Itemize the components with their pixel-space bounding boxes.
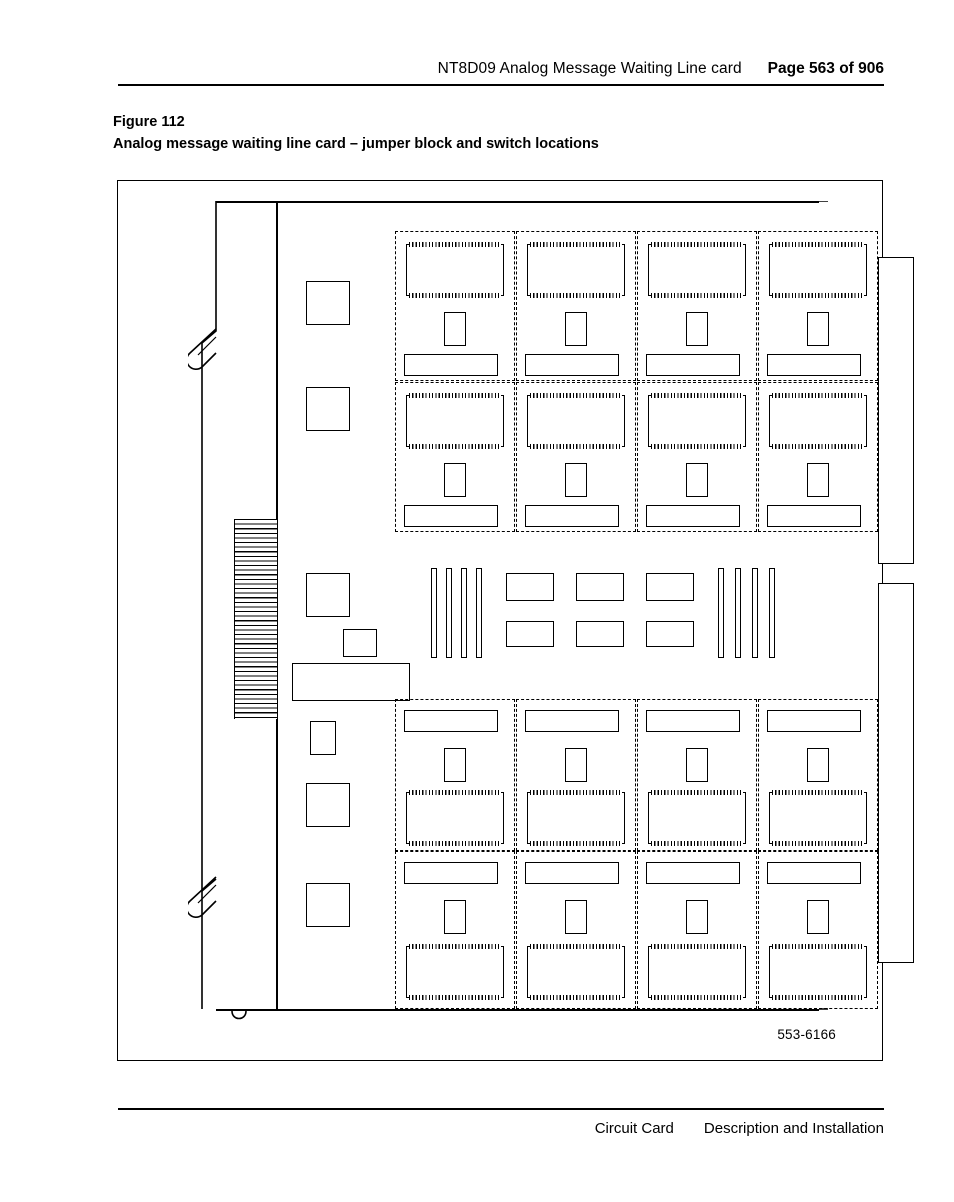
left-component-wide [292,663,410,701]
switch-block[interactable] [525,354,619,376]
jumper[interactable] [565,312,587,346]
jumper-block-cell[interactable] [637,382,757,532]
jumper[interactable] [686,748,708,782]
footer-left-text: Circuit Card [594,1120,674,1137]
footer-right-text: Description and Installation [703,1120,884,1137]
document-page: NT8D09 Analog Message Waiting Line card … [0,0,954,1202]
dip-chip [406,242,504,298]
jumper-block-cell[interactable] [637,231,757,381]
switch-block[interactable] [646,354,740,376]
figure-title: Analog message waiting line card – jumpe… [113,135,599,152]
backplane-connector-lower [878,583,914,963]
page-header: NT8D09 Analog Message Waiting Line card … [118,60,884,86]
jumper[interactable] [565,463,587,497]
dip-chip [769,790,867,846]
center-component-r2c2 [576,621,624,647]
jumper-block-cell[interactable] [758,231,878,381]
switch-block[interactable] [404,505,498,527]
dip-chip [527,393,625,449]
figure-number: Figure 112 [113,114,185,130]
dip-chip [527,242,625,298]
center-component-r1c3 [646,573,694,601]
dip-chip [527,944,625,1000]
switch-block[interactable] [767,505,861,527]
jumper-block-cell[interactable] [395,699,515,851]
left-component-7 [306,883,350,927]
switch-block[interactable] [404,710,498,732]
dip-chip [527,790,625,846]
left-component-4 [343,629,377,657]
jumper[interactable] [565,748,587,782]
dip-chip [648,242,746,298]
jumper-block-cell[interactable] [395,231,515,381]
backplane-connector-upper [878,257,914,564]
circuit-card-diagram: 553-6166 [118,181,914,1060]
jumper[interactable] [444,748,466,782]
dip-chip [648,790,746,846]
jumper[interactable] [444,463,466,497]
center-component-r2c1 [506,621,554,647]
left-component-5 [310,721,336,755]
left-component-1 [306,281,350,325]
jumper[interactable] [444,312,466,346]
page-footer: Circuit Card Description and Installatio… [118,1108,884,1137]
dip-chip [406,790,504,846]
jumper-block-cell[interactable] [395,382,515,532]
switch-block[interactable] [767,710,861,732]
header-page-number: Page 563 of 906 [767,60,884,77]
jumper-block-cell[interactable] [516,699,636,851]
switch-block[interactable] [767,862,861,884]
jumper[interactable] [807,463,829,497]
switch-block[interactable] [646,710,740,732]
center-component-r2c3 [646,621,694,647]
switch-block[interactable] [767,354,861,376]
left-component-6 [306,783,350,827]
header-title: NT8D09 Analog Message Waiting Line card [437,60,742,77]
board-bottom-edge [216,1009,819,1011]
dip-chip [406,944,504,1000]
figure-caption: Figure 112 Analog message waiting line c… [113,112,893,156]
switch-block[interactable] [404,354,498,376]
dip-chip [648,393,746,449]
jumper-block-cell[interactable] [758,851,878,1009]
card-edge-contacts [234,519,278,719]
jumper-block-cell[interactable] [758,382,878,532]
switch-block[interactable] [525,710,619,732]
switch-block[interactable] [525,862,619,884]
switch-block[interactable] [525,505,619,527]
jumper-block-cell[interactable] [395,851,515,1009]
center-component-r1c2 [576,573,624,601]
jumper[interactable] [807,312,829,346]
left-component-2 [306,387,350,431]
jumper[interactable] [686,463,708,497]
dip-chip [406,393,504,449]
jumper[interactable] [444,900,466,934]
header-rule [118,84,884,86]
jumper-block-cell[interactable] [637,851,757,1009]
dip-chip [648,944,746,1000]
board-top-edge [216,201,819,203]
jumper[interactable] [807,900,829,934]
switch-block[interactable] [404,862,498,884]
jumper-block-cell[interactable] [637,699,757,851]
jumper-block-cell[interactable] [516,382,636,532]
jumper-block-cell[interactable] [516,851,636,1009]
jumper-block-cell[interactable] [516,231,636,381]
dip-chip [769,944,867,1000]
jumper-block-cell[interactable] [758,699,878,851]
left-component-3 [306,573,350,617]
jumper[interactable] [686,900,708,934]
jumper[interactable] [686,312,708,346]
figure-frame: 553-6166 [117,180,914,1061]
switch-block[interactable] [646,862,740,884]
jumper[interactable] [807,748,829,782]
dip-chip [769,242,867,298]
jumper[interactable] [565,900,587,934]
switch-block[interactable] [646,505,740,527]
circuit-card [188,201,914,1031]
drawing-id: 553-6166 [777,1027,836,1042]
center-component-r1c1 [506,573,554,601]
dip-chip [769,393,867,449]
